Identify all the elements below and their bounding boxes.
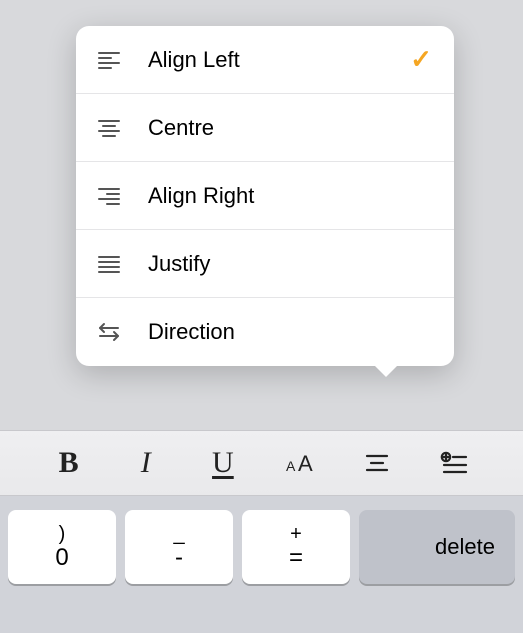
menu-item-label: Align Right (148, 183, 432, 209)
menu-item-centre[interactable]: Centre (76, 94, 454, 162)
menu-item-label: Direction (148, 319, 432, 345)
text-size-button[interactable]: A A (271, 437, 329, 489)
key-equals[interactable]: + = (242, 510, 350, 584)
key-bottom-label: = (289, 545, 303, 571)
key-bottom-label: - (175, 545, 183, 571)
svg-text:A: A (286, 458, 296, 474)
key-minus[interactable]: _ - (125, 510, 233, 584)
key-label: delete (435, 534, 495, 560)
align-right-icon (96, 183, 122, 209)
menu-item-label: Justify (148, 251, 432, 277)
bold-button[interactable]: B (40, 437, 98, 489)
format-toolbar: B I U A A (0, 430, 523, 496)
menu-item-label: Align Left (148, 47, 410, 73)
key-0[interactable]: ) 0 (8, 510, 116, 584)
underline-button[interactable]: U (194, 437, 252, 489)
key-top-label: ) (59, 523, 66, 545)
key-bottom-label: 0 (55, 545, 68, 571)
key-top-label: _ (173, 523, 184, 545)
menu-item-align-right[interactable]: Align Right (76, 162, 454, 230)
insert-button[interactable] (425, 437, 483, 489)
svg-text:A: A (298, 451, 313, 476)
justify-icon (96, 251, 122, 277)
align-left-icon (96, 47, 122, 73)
checkmark-icon: ✓ (410, 44, 432, 75)
menu-item-align-left[interactable]: Align Left ✓ (76, 26, 454, 94)
key-top-label: + (290, 523, 302, 545)
italic-button[interactable]: I (117, 437, 175, 489)
paragraph-align-button[interactable] (348, 437, 406, 489)
align-center-icon (96, 115, 122, 141)
menu-item-direction[interactable]: Direction (76, 298, 454, 366)
menu-item-justify[interactable]: Justify (76, 230, 454, 298)
key-delete[interactable]: delete (359, 510, 515, 584)
alignment-popover: Align Left ✓ Centre Align Right Justify … (76, 26, 454, 366)
menu-item-label: Centre (148, 115, 432, 141)
direction-icon (96, 319, 122, 345)
keyboard-row: ) 0 _ - + = delete (0, 496, 523, 633)
